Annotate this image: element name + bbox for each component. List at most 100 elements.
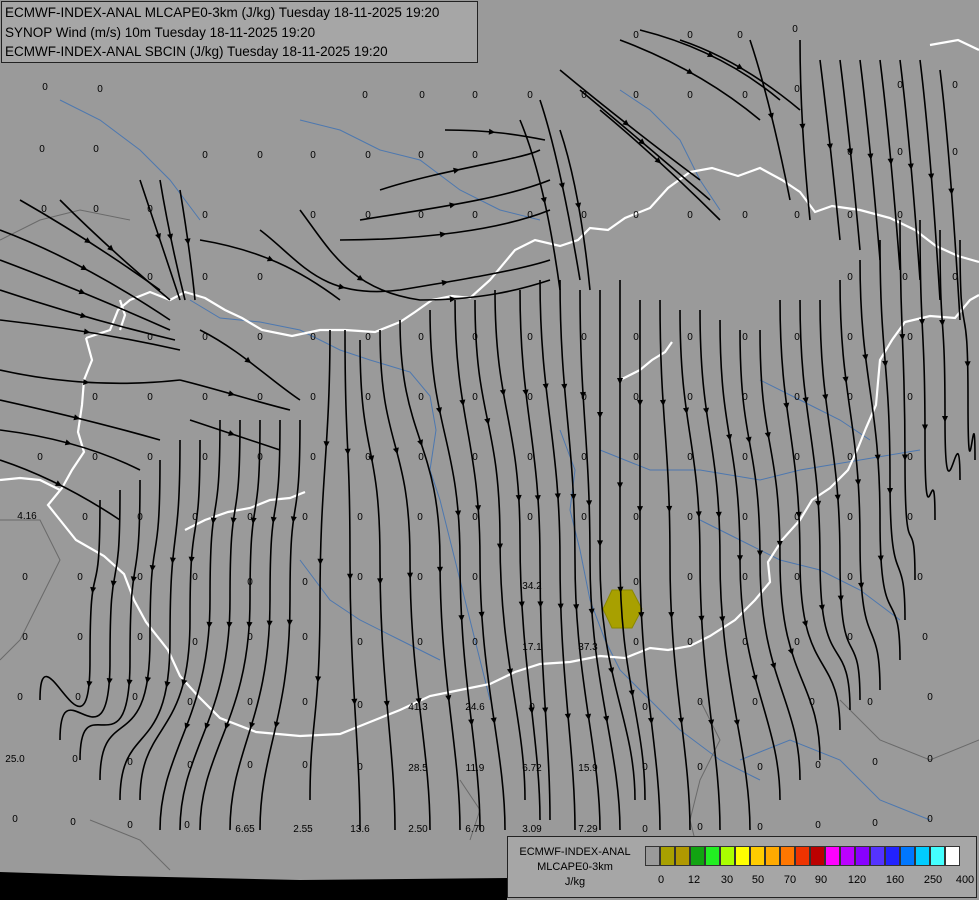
field-value-label: 0 bbox=[897, 147, 903, 158]
field-value-label: 0 bbox=[687, 30, 693, 41]
field-value-label: 0 bbox=[202, 332, 208, 343]
field-value-label: 0 bbox=[642, 702, 648, 713]
field-value-label: 0 bbox=[302, 760, 308, 771]
field-value-label: 0 bbox=[362, 90, 368, 101]
field-value-label: 2.55 bbox=[293, 824, 313, 835]
field-value-label: 0 bbox=[137, 632, 143, 643]
field-value-label: 0 bbox=[365, 210, 371, 221]
field-value-label: 0 bbox=[41, 204, 47, 215]
field-value-label: 0 bbox=[419, 90, 425, 101]
field-value-label: 0 bbox=[642, 762, 648, 773]
field-value-label: 0 bbox=[247, 697, 253, 708]
field-value-label: 0 bbox=[633, 577, 639, 588]
field-value-label: 0 bbox=[202, 272, 208, 283]
legend-swatch bbox=[825, 846, 840, 866]
field-value-label: 0 bbox=[247, 577, 253, 588]
field-value-label: 0 bbox=[687, 332, 693, 343]
field-value-label: 6.70 bbox=[465, 824, 485, 835]
field-value-label: 0 bbox=[75, 692, 81, 703]
field-value-label: 0 bbox=[39, 144, 45, 155]
field-value-label: 41.3 bbox=[408, 702, 428, 713]
field-value-label: 0 bbox=[202, 392, 208, 403]
field-value-label: 0 bbox=[247, 512, 253, 523]
field-value-label: 0 bbox=[70, 817, 76, 828]
field-value-label: 3.09 bbox=[522, 824, 542, 835]
legend-swatch bbox=[930, 846, 945, 866]
legend-swatch bbox=[735, 846, 750, 866]
field-value-label: 0 bbox=[794, 512, 800, 523]
field-value-label: 0 bbox=[93, 144, 99, 155]
field-value-label: 0 bbox=[687, 572, 693, 583]
field-value-label: 0 bbox=[633, 210, 639, 221]
field-value-label: 13.6 bbox=[350, 824, 370, 835]
field-value-label: 0 bbox=[365, 150, 371, 161]
legend-swatch bbox=[915, 846, 930, 866]
field-value-label: 0 bbox=[310, 332, 316, 343]
field-value-label: 0 bbox=[418, 332, 424, 343]
field-value-label: 0 bbox=[22, 632, 28, 643]
field-value-label: 2.50 bbox=[408, 824, 428, 835]
field-value-label: 0 bbox=[357, 700, 363, 711]
field-value-label: 0 bbox=[737, 30, 743, 41]
field-value-label: 0 bbox=[757, 762, 763, 773]
field-value-label: 0 bbox=[202, 210, 208, 221]
field-value-label: 0 bbox=[37, 452, 43, 463]
field-value-label: 0 bbox=[847, 272, 853, 283]
field-value-label: 0 bbox=[93, 204, 99, 215]
field-value-label: 6.72 bbox=[522, 763, 542, 774]
field-value-label: 0 bbox=[815, 760, 821, 771]
field-value-label: 0 bbox=[527, 452, 533, 463]
field-value-label: 0 bbox=[952, 272, 958, 283]
field-value-label: 0 bbox=[527, 392, 533, 403]
field-value-label: 0 bbox=[687, 392, 693, 403]
field-value-label: 0 bbox=[147, 272, 153, 283]
field-value-label: 0 bbox=[907, 332, 913, 343]
weather-map: 0 0 0 0 0 0 0 0 0 0 0 0 0 0 0 0 0 0 0 0 4.16 25.0 0 0 0 0 0 6.65 2.5… bbox=[0, 0, 979, 900]
field-value-label: 0 bbox=[687, 210, 693, 221]
field-value-label: 0 bbox=[633, 392, 639, 403]
legend-swatch bbox=[945, 846, 960, 866]
field-value-label: 0 bbox=[302, 512, 308, 523]
field-value-label: 0 bbox=[472, 637, 478, 648]
field-value-label: 0 bbox=[472, 210, 478, 221]
field-value-label: 0 bbox=[872, 757, 878, 768]
field-value-label: 0 bbox=[847, 572, 853, 583]
field-value-label: 0 bbox=[847, 392, 853, 403]
field-value-label: 0 bbox=[697, 697, 703, 708]
field-value-label: 0 bbox=[302, 697, 308, 708]
legend-swatch bbox=[690, 846, 705, 866]
legend-swatch bbox=[675, 846, 690, 866]
field-value-label: 0 bbox=[687, 512, 693, 523]
field-value-label: 0 bbox=[127, 820, 133, 831]
field-value-label: 0 bbox=[927, 814, 933, 825]
field-value-label: 0 bbox=[529, 702, 535, 713]
field-value-label: 0 bbox=[418, 392, 424, 403]
field-value-label: 0 bbox=[742, 512, 748, 523]
field-value-label: 4.16 bbox=[17, 511, 37, 522]
legend-tick-label: 0 bbox=[657, 874, 665, 886]
field-value-label: 0 bbox=[867, 697, 873, 708]
field-value-label: 0 bbox=[187, 697, 193, 708]
field-value-label: 7.29 bbox=[578, 824, 598, 835]
field-value-label: 0 bbox=[184, 820, 190, 831]
field-value-label: 0 bbox=[472, 512, 478, 523]
color-legend: ECMWF-INDEX-ANAL MLCAPE0-3km J/kg 0 12 30 5… bbox=[507, 836, 977, 898]
legend-swatch bbox=[855, 846, 870, 866]
field-value-label: 0 bbox=[12, 814, 18, 825]
field-value-label: 0 bbox=[633, 512, 639, 523]
field-value-label: 0 bbox=[202, 452, 208, 463]
field-value-label: 0 bbox=[147, 204, 153, 215]
field-value-label: 0 bbox=[365, 392, 371, 403]
field-value-label: 0 bbox=[357, 637, 363, 648]
field-value-label: 0 bbox=[794, 392, 800, 403]
legend-unit: J/kg bbox=[564, 875, 586, 888]
title-line-cin: ECMWF-INDEX-ANAL SBCIN (J/kg) Tuesday 18… bbox=[5, 44, 388, 59]
field-value-label: 0 bbox=[310, 210, 316, 221]
title-box: ECMWF-INDEX-ANAL MLCAPE0-3km (J/kg) Tues… bbox=[1, 1, 478, 63]
field-value-label: 0 bbox=[527, 512, 533, 523]
legend-swatch bbox=[780, 846, 795, 866]
field-value-label: 0 bbox=[757, 822, 763, 833]
field-value-label: 0 bbox=[687, 90, 693, 101]
field-value-label: 0 bbox=[147, 392, 153, 403]
legend-swatch bbox=[885, 846, 900, 866]
